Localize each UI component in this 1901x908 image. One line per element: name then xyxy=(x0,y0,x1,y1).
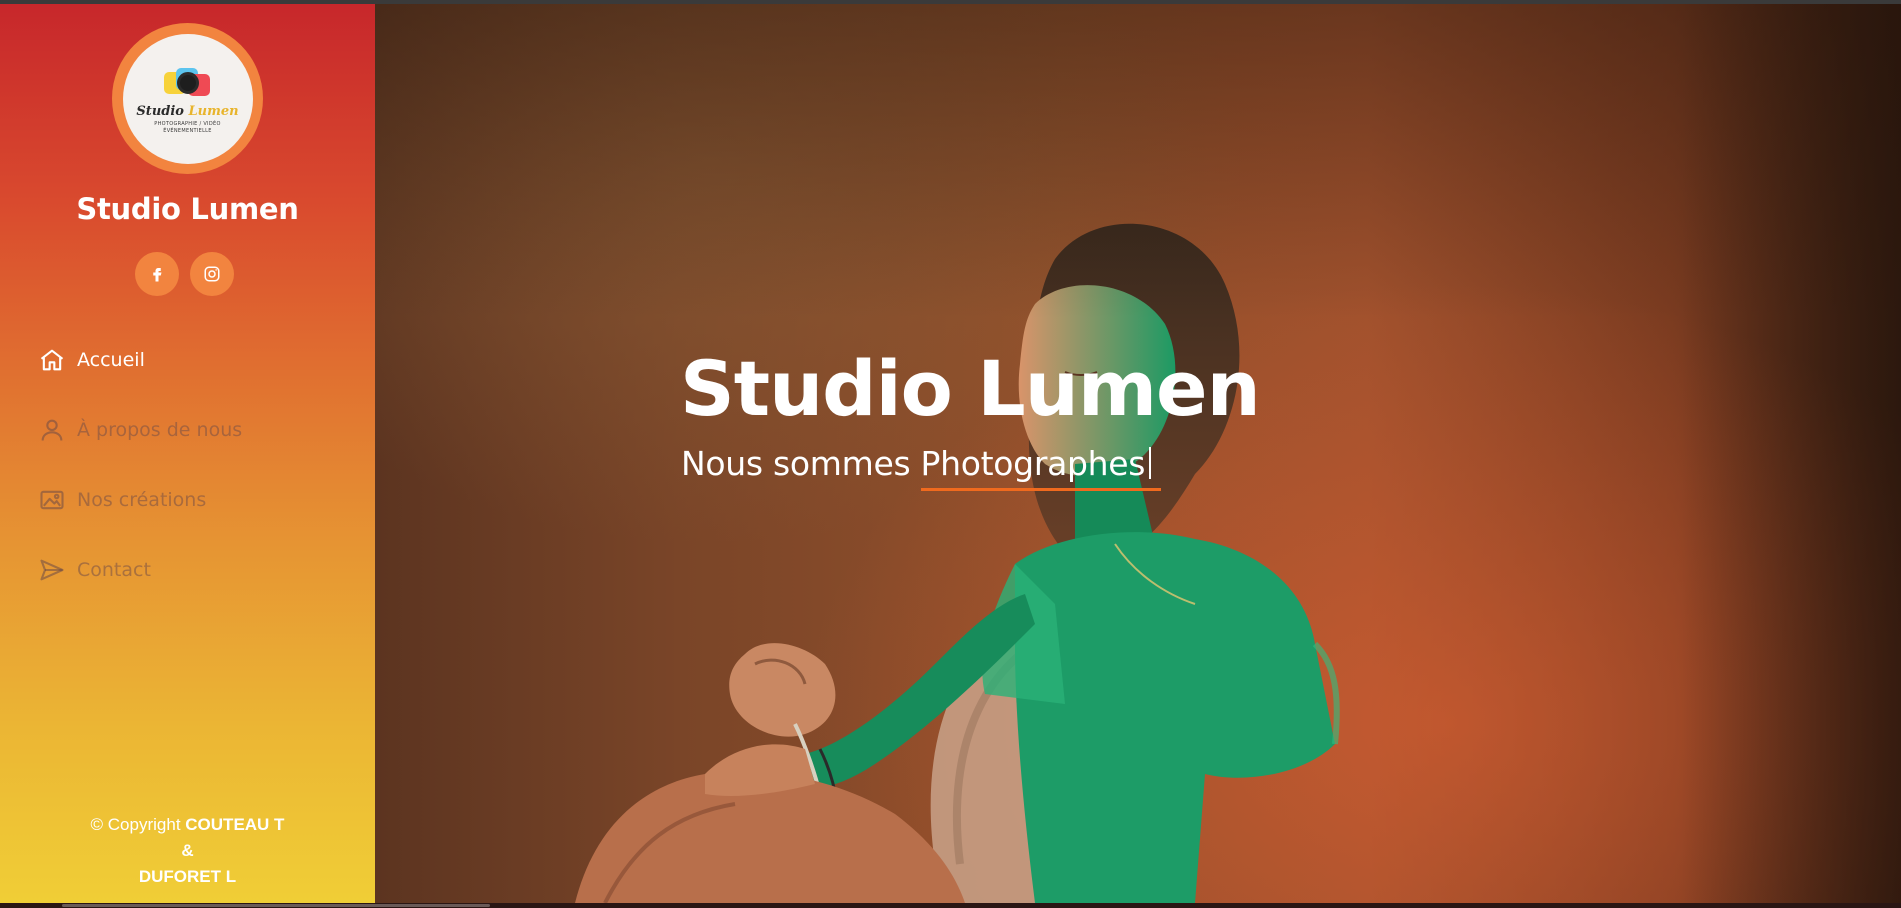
logo-tagline-line2: ÉVÉNEMENTIELLE xyxy=(163,127,212,134)
copyright-author-1: COUTEAU T xyxy=(185,815,285,834)
logo-text: Studio Lumen xyxy=(136,104,238,119)
nav-item-nos-creations[interactable]: Nos créations xyxy=(38,482,338,518)
nav-label: Contact xyxy=(77,559,151,581)
nav-label: Accueil xyxy=(77,349,145,371)
copyright-ampersand: & xyxy=(181,841,194,860)
nav-label: À propos de nous xyxy=(77,419,243,441)
user-icon xyxy=(38,416,66,444)
logo-text-lumen: Lumen xyxy=(188,103,239,119)
nav-item-a-propos[interactable]: À propos de nous xyxy=(38,412,338,448)
hero-subtitle-typed: Photographes xyxy=(920,444,1161,491)
hero-section: Studio Lumen Nous sommes Photographes xyxy=(375,4,1901,903)
site-title: Studio Lumen xyxy=(76,192,299,226)
typing-cursor xyxy=(1149,447,1152,479)
logo-tagline-line1: PHOTOGRAPHIE / VIDÉO xyxy=(154,120,221,127)
hero-overlay-right xyxy=(1681,4,1901,903)
logo-tagline: PHOTOGRAPHIE / VIDÉO ÉVÉNEMENTIELLE xyxy=(138,121,238,135)
instagram-icon xyxy=(204,266,220,282)
nav-label: Nos créations xyxy=(77,489,207,511)
horizontal-scrollbar[interactable] xyxy=(0,903,1901,908)
nav-item-accueil[interactable]: Accueil xyxy=(38,342,338,378)
sidebar: Studio Lumen PHOTOGRAPHIE / VIDÉO ÉVÉNEM… xyxy=(0,4,375,903)
hero-title: Studio Lumen xyxy=(680,344,1261,433)
instagram-button[interactable] xyxy=(190,252,234,296)
hero-subtitle-prefix: Nous sommes xyxy=(681,444,911,483)
nav-item-contact[interactable]: Contact xyxy=(38,552,338,588)
copyright: © Copyright COUTEAU T & DUFORET L xyxy=(0,812,375,890)
hero-subtitle-typed-text: Photographes xyxy=(920,444,1146,483)
copyright-prefix: © Copyright xyxy=(90,815,181,834)
copyright-author-2: DUFORET L xyxy=(138,867,237,886)
camera-logo-icon xyxy=(163,67,212,98)
image-icon xyxy=(38,486,66,514)
facebook-icon xyxy=(153,268,162,282)
scrollbar-thumb[interactable] xyxy=(62,904,490,907)
logo-text-studio: Studio xyxy=(136,103,184,119)
hero-subtitle: Nous sommes Photographes xyxy=(681,444,1161,491)
home-icon xyxy=(38,346,66,374)
logo-badge: Studio Lumen PHOTOGRAPHIE / VIDÉO ÉVÉNEM… xyxy=(122,33,253,164)
send-icon xyxy=(38,556,66,584)
logo[interactable]: Studio Lumen PHOTOGRAPHIE / VIDÉO ÉVÉNEM… xyxy=(112,23,263,174)
facebook-button[interactable] xyxy=(135,252,179,296)
